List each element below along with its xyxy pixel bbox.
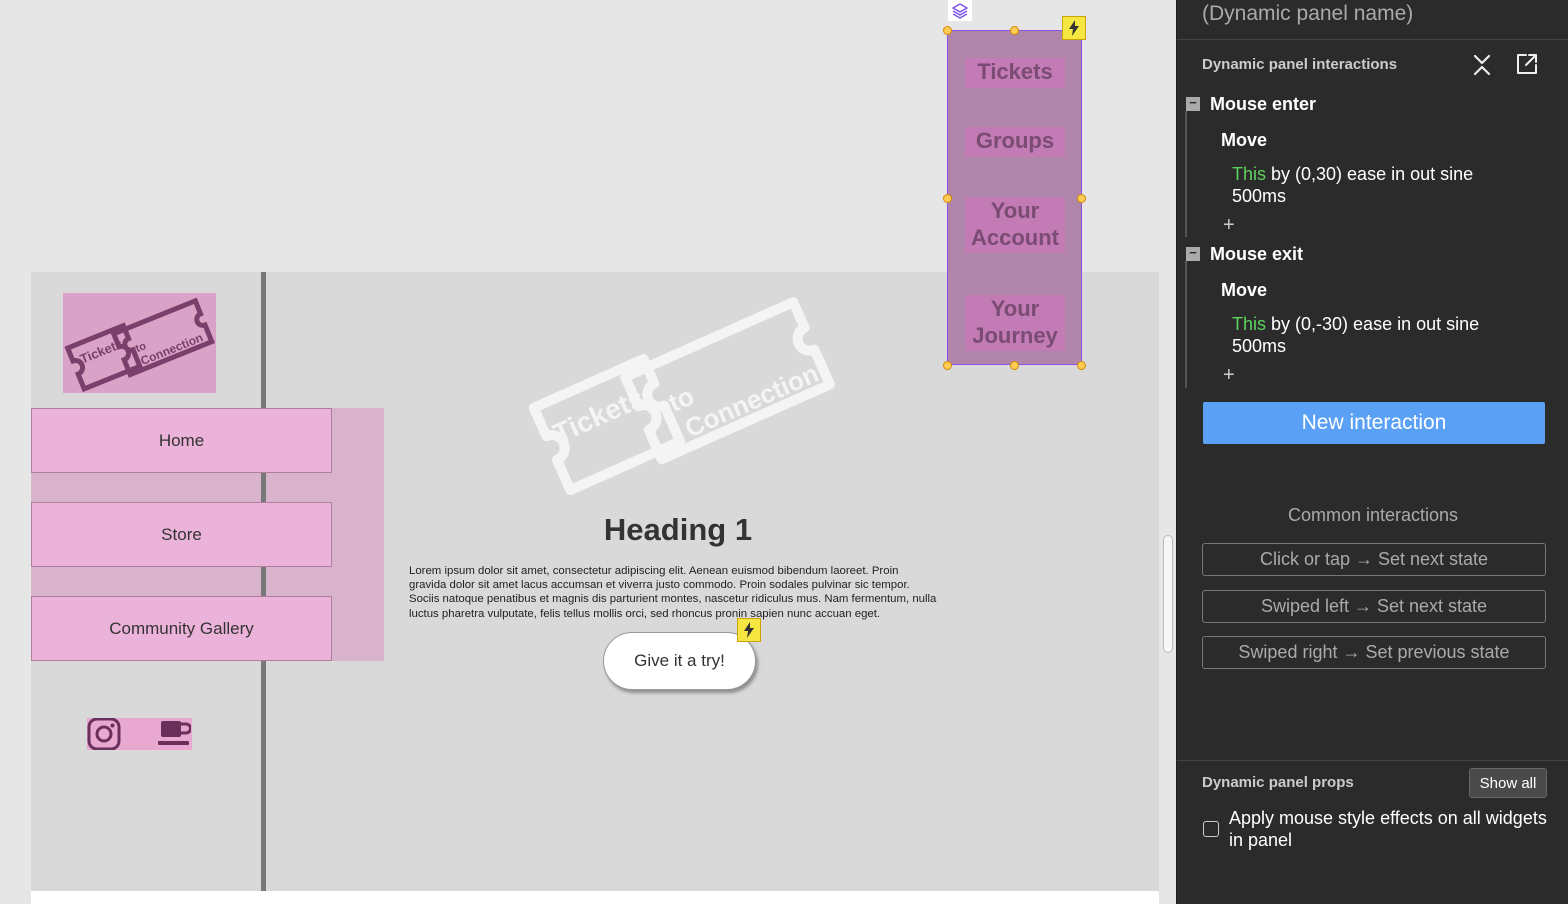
resize-handle-tc[interactable] bbox=[1010, 26, 1019, 35]
dynamic-panel-menu[interactable]: Tickets Groups Your Account Your Journey bbox=[947, 30, 1082, 365]
nav-home-label: Home bbox=[158, 430, 205, 450]
nav-store-label: Store bbox=[161, 524, 202, 544]
common-interactions-title: Common interactions bbox=[1287, 505, 1459, 525]
common-swipe-right-button[interactable]: Swiped right → Set previous state bbox=[1202, 636, 1546, 669]
resize-handle-ml[interactable] bbox=[943, 194, 952, 203]
new-interaction-label: New interaction bbox=[1301, 411, 1447, 434]
nav-store-button[interactable]: Store bbox=[31, 502, 332, 567]
nav-home-button[interactable]: Home bbox=[31, 408, 332, 473]
add-action-button[interactable]: + bbox=[1223, 214, 1235, 237]
logo-large[interactable]: Tickets to Connection bbox=[520, 288, 840, 500]
show-all-button[interactable]: Show all bbox=[1469, 768, 1547, 798]
menu-item-your-account[interactable]: Your Account bbox=[965, 197, 1065, 253]
event-guide-line bbox=[1185, 261, 1187, 388]
collapse-event-icon[interactable]: − bbox=[1186, 246, 1200, 261]
show-all-label: Show all bbox=[1479, 774, 1537, 792]
add-action-button[interactable]: + bbox=[1223, 364, 1235, 387]
resize-handle-bc[interactable] bbox=[1010, 361, 1019, 370]
logo-small[interactable]: Tickets to Connection bbox=[63, 293, 216, 393]
action-description[interactable]: This by (0,30) ease in out sine 500ms bbox=[1232, 163, 1532, 207]
resize-handle-tl[interactable] bbox=[943, 26, 952, 35]
layers-icon[interactable] bbox=[948, 0, 972, 21]
common-click-next-state-button[interactable]: Click or tap → Set next state bbox=[1202, 543, 1546, 576]
resize-handle-br[interactable] bbox=[1077, 361, 1086, 370]
action-move[interactable]: Move bbox=[1221, 280, 1267, 301]
social-links[interactable] bbox=[87, 718, 192, 750]
page-heading[interactable]: Heading 1 bbox=[408, 512, 948, 548]
nav-gallery-button[interactable]: Community Gallery bbox=[31, 596, 332, 661]
action-params: by (0,-30) ease in out sine 500ms bbox=[1232, 314, 1480, 356]
divider bbox=[1177, 760, 1568, 761]
popout-icon[interactable] bbox=[1515, 52, 1539, 76]
mouse-style-checkbox[interactable] bbox=[1203, 821, 1219, 837]
interactions-panel: (Dynamic panel name) Dynamic panel inter… bbox=[1176, 0, 1568, 904]
action-target: This bbox=[1232, 164, 1267, 184]
props-section-title: Dynamic panel props bbox=[1202, 774, 1354, 791]
event-mouse-exit[interactable]: Mouse exit bbox=[1210, 244, 1303, 265]
try-button-label: Give it a try! bbox=[634, 651, 725, 670]
action-move[interactable]: Move bbox=[1221, 130, 1267, 151]
artboard-footer-strip bbox=[31, 891, 1159, 904]
resize-handle-mr[interactable] bbox=[1077, 194, 1086, 203]
common-label: Click or tap → Set next state bbox=[1259, 549, 1489, 569]
menu-item-groups[interactable]: Groups bbox=[965, 127, 1065, 157]
action-description[interactable]: This by (0,-30) ease in out sine 500ms bbox=[1232, 313, 1532, 357]
body-paragraph[interactable]: Lorem ipsum dolor sit amet, consectetur … bbox=[409, 564, 937, 621]
common-label: Swiped left → Set next state bbox=[1260, 596, 1488, 616]
mouse-style-checkbox-label[interactable]: Apply mouse style effects on all widgets… bbox=[1229, 807, 1549, 851]
menu-item-your-journey[interactable]: Your Journey bbox=[965, 295, 1065, 351]
give-it-a-try-button[interactable]: Give it a try! bbox=[603, 632, 756, 690]
divider bbox=[1177, 39, 1568, 40]
menu-item-tickets[interactable]: Tickets bbox=[965, 58, 1065, 88]
lightning-bolt-icon[interactable] bbox=[1062, 16, 1086, 40]
common-label: Swiped right → Set previous state bbox=[1238, 642, 1510, 662]
action-params: by (0,30) ease in out sine 500ms bbox=[1232, 164, 1474, 206]
action-target: This bbox=[1232, 314, 1267, 334]
instagram-icon[interactable] bbox=[87, 718, 121, 750]
collapse-event-icon[interactable]: − bbox=[1186, 96, 1200, 111]
new-interaction-button[interactable]: New interaction bbox=[1203, 402, 1545, 444]
interactions-section-title: Dynamic panel interactions bbox=[1202, 56, 1398, 73]
resize-handle-bl[interactable] bbox=[943, 361, 952, 370]
nav-gallery-label: Community Gallery bbox=[109, 618, 254, 638]
event-mouse-enter[interactable]: Mouse enter bbox=[1210, 94, 1316, 115]
common-swipe-left-button[interactable]: Swiped left → Set next state bbox=[1202, 590, 1546, 623]
panel-name-field[interactable]: (Dynamic panel name) bbox=[1202, 2, 1413, 26]
event-guide-line bbox=[1185, 111, 1187, 237]
lightning-bolt-icon[interactable] bbox=[737, 618, 761, 642]
design-canvas[interactable]: Tickets to Connection Home Store Communi… bbox=[0, 0, 1176, 904]
canvas-scrollbar[interactable] bbox=[1163, 535, 1173, 653]
coffee-cup-icon[interactable] bbox=[157, 719, 191, 749]
collapse-all-icon[interactable] bbox=[1471, 52, 1493, 78]
